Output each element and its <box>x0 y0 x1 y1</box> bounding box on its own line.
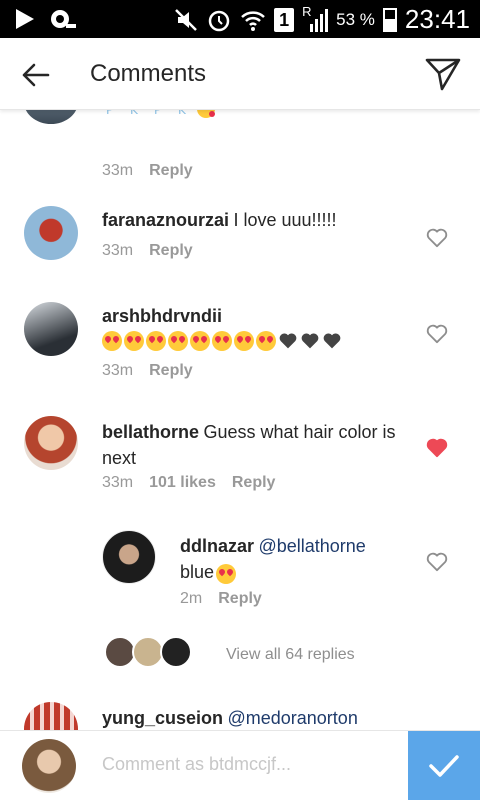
comment-meta: 33m Reply <box>102 162 193 180</box>
comment-composer <box>0 730 480 800</box>
svg-text:K: K <box>178 110 187 117</box>
comment-body: faranaznourzai I love uuu!!!!! <box>102 208 422 232</box>
reply-username[interactable]: ddlnazar <box>180 536 254 556</box>
sim-slot-icon: 1 <box>274 7 295 32</box>
heart-eyes-emoji <box>256 331 276 351</box>
like-heart-icon[interactable] <box>426 324 448 344</box>
comment-item: arshbhdrvndii 33m Reply <box>0 302 480 382</box>
heart-eyes-emoji <box>168 331 188 351</box>
comment-item: yung_cuseion @medoranorton <box>0 702 480 730</box>
reply-link[interactable]: Reply <box>218 590 262 608</box>
battery-percent: 53 % <box>336 9 375 29</box>
reply-mention[interactable]: @bellathorne <box>258 536 365 556</box>
back-arrow-icon[interactable] <box>20 60 50 90</box>
heart-eyes-emoji <box>146 331 166 351</box>
svg-text:K: K <box>130 110 139 117</box>
likes-count[interactable]: 101 likes <box>149 474 216 492</box>
comment-time: 33m <box>102 162 134 179</box>
play-icon <box>16 9 34 29</box>
heart-eyes-emoji <box>124 331 144 351</box>
reply-text: blue <box>180 562 215 582</box>
comment-time: 33m <box>102 474 134 491</box>
wifi-icon <box>241 10 266 31</box>
comment-item: faranaznourzai I love uuu!!!!! 33m Reply <box>0 206 480 276</box>
app-bar: Comments <box>0 38 480 110</box>
reply-item: ddlnazar @bellathorne blue 2m Reply <box>0 530 480 620</box>
battery-icon <box>382 7 397 32</box>
comment-meta: 33m Reply <box>102 242 193 260</box>
comment-input[interactable] <box>102 749 392 779</box>
svg-text:P: P <box>106 110 113 117</box>
comment-item: bellathorne Guess what hair color is nex… <box>0 416 480 506</box>
status-bar: 1 R 53 % 23:41 <box>0 0 480 38</box>
comment-time: 33m <box>102 362 134 379</box>
voicemail-icon <box>51 10 76 28</box>
heart-eyes-emoji <box>234 331 254 351</box>
reply-link[interactable]: Reply <box>149 162 193 180</box>
avatar[interactable] <box>24 302 78 356</box>
avatar[interactable] <box>24 206 78 260</box>
comment-emoji-text: PKPK <box>102 110 392 133</box>
checkmark-icon <box>429 755 459 777</box>
like-heart-icon[interactable] <box>426 552 448 572</box>
alarm-icon <box>208 10 230 31</box>
reply-link[interactable]: Reply <box>149 242 193 260</box>
comment-meta: 33m 101 likes Reply <box>102 474 275 492</box>
comment-mention[interactable]: @medoranorton <box>227 708 357 728</box>
view-replies-row[interactable]: View all 64 replies <box>0 632 480 672</box>
comments-list[interactable]: P K P K 33m Reply faranaznourzai I love uuu… <box>0 110 480 730</box>
reply-meta: 2m Reply <box>180 590 262 608</box>
comment-username[interactable]: faranaznourzai <box>102 210 229 230</box>
reply-link[interactable]: Reply <box>149 362 193 380</box>
reply-link[interactable]: Reply <box>232 474 276 492</box>
liked-heart-icon[interactable] <box>426 438 448 458</box>
comment-body: bellathorne Guess what hair color is nex… <box>102 420 402 472</box>
comment-item: P K P K 33m Reply <box>0 110 480 179</box>
post-comment-button[interactable] <box>408 731 480 800</box>
mute-icon <box>175 8 198 31</box>
direct-send-icon[interactable] <box>424 56 462 92</box>
comment-text: I love uuu!!!!! <box>233 210 337 230</box>
comment-username[interactable]: arshbhdrvndii <box>102 306 422 327</box>
comment-meta: 33m Reply <box>102 362 193 380</box>
current-user-avatar <box>22 739 76 793</box>
reply-time: 2m <box>180 590 203 607</box>
page-title: Comments <box>90 60 207 87</box>
view-all-replies-link[interactable]: View all 64 replies <box>226 646 355 664</box>
avatar <box>160 636 192 668</box>
heart-eyes-emoji <box>216 563 237 584</box>
black-heart-icon <box>323 333 341 349</box>
black-heart-icon <box>279 333 297 349</box>
avatar[interactable] <box>24 702 78 730</box>
comment-time: 33m <box>102 242 134 259</box>
comment-username[interactable]: bellathorne <box>102 422 199 442</box>
comment-body: arshbhdrvndii <box>102 306 422 353</box>
comment-body: yung_cuseion @medoranorton <box>102 706 422 730</box>
heart-eyes-emoji <box>190 331 210 351</box>
avatar[interactable] <box>24 110 78 124</box>
reply-body: ddlnazar @bellathorne blue <box>180 534 400 586</box>
clock: 23:41 <box>404 4 470 34</box>
avatar[interactable] <box>102 530 156 584</box>
svg-text:P: P <box>154 110 161 117</box>
like-heart-icon[interactable] <box>426 228 448 248</box>
avatar[interactable] <box>24 416 78 470</box>
black-heart-icon <box>301 333 319 349</box>
comment-emoji-text <box>102 331 422 353</box>
heart-eyes-emoji <box>212 331 232 351</box>
signal-icon: R <box>302 4 329 32</box>
comment-username[interactable]: yung_cuseion <box>102 708 223 728</box>
heart-eyes-emoji <box>102 331 122 351</box>
